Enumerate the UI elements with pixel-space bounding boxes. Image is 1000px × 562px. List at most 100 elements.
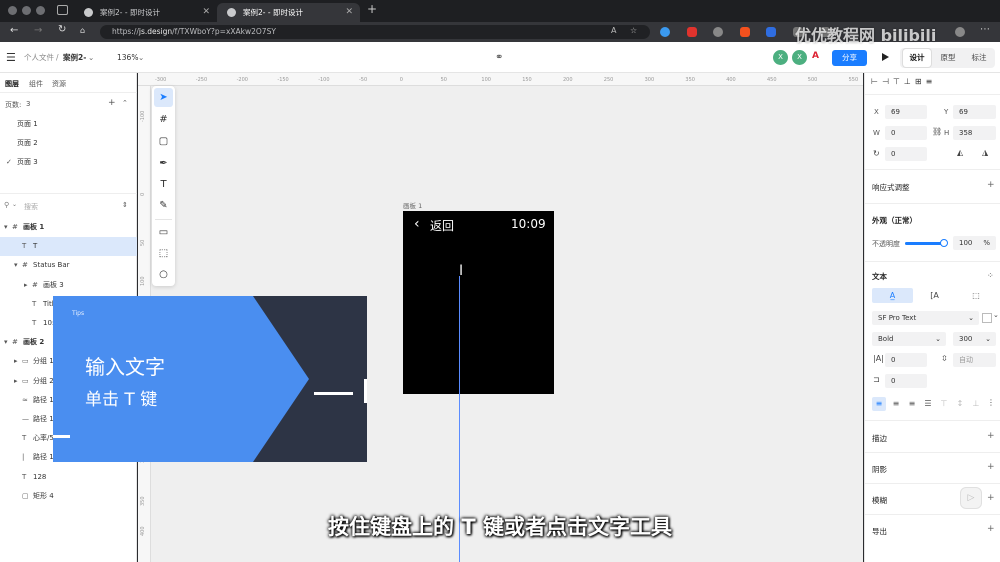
- lock-ratio-icon[interactable]: ⛓: [932, 127, 942, 136]
- tab-components[interactable]: 组件: [29, 79, 43, 89]
- y-field[interactable]: 69: [953, 105, 996, 119]
- expand-caret-icon[interactable]: ▸: [14, 372, 18, 391]
- browser-tab-2[interactable]: 案例2- - 即时设计 ✕: [217, 3, 360, 22]
- search-chevron-icon[interactable]: ⌄: [12, 201, 17, 208]
- profile-avatar-icon[interactable]: [955, 27, 965, 37]
- text-auto-height-icon[interactable]: [A: [915, 288, 954, 303]
- window-close-dot[interactable]: [8, 6, 17, 15]
- line-height-field[interactable]: 自动: [953, 353, 996, 367]
- extension-timer-icon[interactable]: [713, 27, 723, 37]
- layer-row[interactable]: ▸ # 画板 3: [0, 276, 137, 295]
- browser-menu-icon[interactable]: ⋯: [980, 24, 990, 35]
- tab-layers[interactable]: 图层: [5, 79, 19, 89]
- align-toolbar[interactable]: ⊢⊣⊤⊥⊞≡: [871, 77, 996, 89]
- paragraph-spacing-field[interactable]: 0: [885, 374, 927, 388]
- tab-design[interactable]: 设计: [903, 49, 931, 67]
- layer-row[interactable]: ▾ # Status Bar: [0, 256, 137, 275]
- flip-vertical-icon[interactable]: ◮: [982, 148, 988, 157]
- page-item-current[interactable]: ✓ 页面 3: [0, 153, 137, 172]
- avatar[interactable]: X: [792, 50, 807, 65]
- read-aloud-icon[interactable]: A: [611, 26, 616, 35]
- extension-figma-icon[interactable]: [740, 27, 750, 37]
- appearance-title[interactable]: 外观（正常）: [872, 215, 917, 226]
- file-name[interactable]: 案例2-: [63, 42, 86, 73]
- x-field[interactable]: 69: [885, 105, 927, 119]
- align-top-icon[interactable]: ⊤: [937, 397, 951, 411]
- search-input[interactable]: 搜索: [24, 202, 38, 212]
- avatar[interactable]: X: [773, 50, 788, 65]
- url-field[interactable]: https://js.design/f/TXWboY?p=xXAkw2O7SY: [100, 25, 650, 39]
- browser-tab-1[interactable]: 案例2- - 即时设计 ✕: [74, 3, 217, 22]
- window-minimize-dot[interactable]: [22, 6, 31, 15]
- text-auto-width-icon[interactable]: A̲: [872, 288, 913, 303]
- opacity-slider-thumb[interactable]: [940, 239, 948, 247]
- opacity-slider[interactable]: [905, 242, 945, 245]
- add-page-icon[interactable]: +: [108, 98, 116, 108]
- text-color-swatch[interactable]: [982, 313, 992, 323]
- zoom-level[interactable]: 136%: [117, 42, 138, 73]
- tab-close-icon[interactable]: ✕: [202, 3, 210, 22]
- align-middle-icon[interactable]: ↕: [953, 397, 967, 411]
- font-weight-select[interactable]: 300 ⌄: [953, 332, 996, 346]
- extension-edge-icon[interactable]: [660, 27, 670, 37]
- letter-spacing-field[interactable]: 0: [885, 353, 927, 367]
- favorite-star-icon[interactable]: ☆: [630, 26, 637, 35]
- font-missing-icon[interactable]: A: [812, 51, 819, 61]
- comment-tool-icon[interactable]: ▭: [154, 223, 173, 242]
- align-center-icon[interactable]: ≡: [889, 397, 903, 411]
- flip-horizontal-icon[interactable]: ◭: [957, 148, 963, 157]
- h-field[interactable]: 358: [953, 126, 996, 140]
- align-bottom-icon[interactable]: ⊥: [969, 397, 983, 411]
- collapse-all-icon[interactable]: ⇕: [122, 201, 128, 209]
- reload-icon[interactable]: ↻: [58, 24, 66, 35]
- collapse-pages-icon[interactable]: ⌃: [122, 99, 128, 107]
- artboard-label[interactable]: 画板 1: [403, 200, 422, 210]
- rotation-field[interactable]: 0: [885, 147, 927, 161]
- align-right-icon[interactable]: ≡: [905, 397, 919, 411]
- play-icon[interactable]: [882, 53, 889, 61]
- expand-caret-icon[interactable]: ▾: [14, 256, 18, 275]
- frame-tool-icon[interactable]: #: [154, 110, 173, 129]
- search-tool-icon[interactable]: ○: [154, 265, 173, 284]
- share-button[interactable]: 分享: [832, 50, 867, 66]
- tab-assets[interactable]: 资源: [52, 79, 66, 89]
- hamburger-menu-icon[interactable]: ☰: [6, 51, 16, 64]
- forward-arrow-icon[interactable]: →: [34, 25, 42, 36]
- tab-prototype[interactable]: 原型: [934, 49, 962, 67]
- align-justify-icon[interactable]: ☰: [921, 397, 935, 411]
- w-field[interactable]: 0: [885, 126, 927, 140]
- layer-row[interactable]: TT: [0, 237, 137, 257]
- tab-annotation[interactable]: 标注: [965, 49, 993, 67]
- home-icon[interactable]: ⌂: [80, 26, 85, 35]
- search-icon[interactable]: ⚲: [4, 201, 9, 209]
- layer-row[interactable]: T 128: [0, 468, 137, 487]
- sidebar-toggle-icon[interactable]: [57, 5, 68, 15]
- add-blur-icon[interactable]: +: [987, 493, 995, 503]
- link-icon[interactable]: ⚭: [495, 42, 503, 73]
- new-tab-button[interactable]: +: [367, 2, 377, 16]
- text-fixed-size-icon[interactable]: ⬚: [956, 288, 996, 303]
- text-style-grid-icon[interactable]: ⁘: [987, 271, 994, 280]
- move-tool-icon[interactable]: ➤: [154, 88, 173, 107]
- layer-row[interactable]: ▢ 矩形 4: [0, 487, 137, 506]
- opacity-field[interactable]: 100%: [953, 236, 996, 250]
- text-tool-icon[interactable]: T: [154, 175, 173, 194]
- rectangle-tool-icon[interactable]: ▢: [154, 132, 173, 151]
- expand-caret-icon[interactable]: ▸: [24, 276, 28, 295]
- back-arrow-icon[interactable]: ←: [10, 25, 18, 36]
- add-shadow-icon[interactable]: +: [987, 462, 995, 472]
- plugin-tool-icon[interactable]: ⬚: [154, 244, 173, 263]
- expand-caret-icon[interactable]: ▾: [4, 218, 8, 237]
- page-item[interactable]: 页面 1: [0, 115, 137, 134]
- add-responsive-icon[interactable]: +: [987, 180, 995, 190]
- window-zoom-dot[interactable]: [36, 6, 45, 15]
- chevron-down-icon[interactable]: ⌄: [993, 311, 999, 319]
- font-family-select[interactable]: SF Pro Text ⌄: [872, 311, 979, 325]
- extension-adblock-icon[interactable]: [687, 27, 697, 37]
- align-left-icon[interactable]: ≡: [872, 397, 886, 411]
- artboard[interactable]: ‹ 返回 10:09 I: [403, 211, 554, 394]
- zoom-chevron-icon[interactable]: ⌄: [138, 42, 144, 73]
- expand-caret-icon[interactable]: ▸: [14, 352, 18, 371]
- add-stroke-icon[interactable]: +: [987, 431, 995, 441]
- extension-doc-icon[interactable]: [766, 27, 776, 37]
